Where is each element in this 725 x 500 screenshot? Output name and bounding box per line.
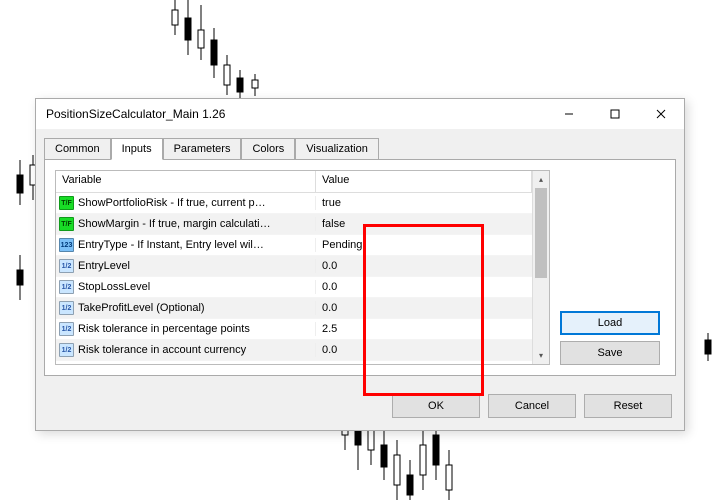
scrollbar[interactable]: ▴ ▾ (532, 171, 549, 364)
grid-row[interactable]: 1/2 TakeProfitLevel (Optional) 0.0 (56, 298, 532, 319)
tab-parameters[interactable]: Parameters (163, 138, 242, 160)
variable-label: ShowPortfolioRisk - If true, current p… (78, 197, 266, 209)
tab-inputs[interactable]: Inputs (111, 138, 163, 160)
variable-label: Risk tolerance in account currency (78, 344, 246, 356)
num-type-icon: 1/2 (59, 280, 74, 294)
grid-row[interactable]: 1/2 EntryLevel 0.0 (56, 256, 532, 277)
variable-label: Risk tolerance in percentage points (78, 323, 250, 335)
bool-type-icon: T/F (59, 196, 74, 210)
tab-strip: Common Inputs Parameters Colors Visualiz… (36, 129, 684, 159)
titlebar: PositionSizeCalculator_Main 1.26 (36, 99, 684, 129)
reset-button[interactable]: Reset (584, 394, 672, 418)
properties-dialog: PositionSizeCalculator_Main 1.26 Common … (35, 98, 685, 431)
bool-type-icon: T/F (59, 217, 74, 231)
value-cell[interactable]: false (316, 218, 532, 230)
value-cell[interactable]: 0.0 (316, 302, 532, 314)
scroll-down-icon[interactable]: ▾ (533, 347, 549, 364)
value-cell[interactable]: 0.0 (316, 344, 532, 356)
num-type-icon: 1/2 (59, 259, 74, 273)
variable-label: TakeProfitLevel (Optional) (78, 302, 205, 314)
maximize-button[interactable] (592, 99, 638, 129)
col-header-value[interactable]: Value (316, 171, 532, 192)
scroll-thumb[interactable] (535, 188, 547, 278)
scroll-up-icon[interactable]: ▴ (533, 171, 549, 188)
value-cell[interactable]: 2.5 (316, 323, 532, 335)
tab-visualization[interactable]: Visualization (295, 138, 379, 160)
ok-button[interactable]: OK (392, 394, 480, 418)
inputs-grid[interactable]: Variable Value T/F ShowPortfolioRisk - If… (55, 170, 550, 365)
enum-type-icon: 123 (59, 238, 74, 252)
value-cell[interactable]: true (316, 197, 532, 209)
value-cell[interactable]: 0.0 (316, 281, 532, 293)
num-type-icon: 1/2 (59, 343, 74, 357)
value-cell[interactable]: Pending (316, 239, 532, 251)
grid-row[interactable]: 1/2 Risk tolerance in account currency 0.0 (56, 340, 532, 361)
col-header-variable[interactable]: Variable (56, 171, 316, 192)
tab-panel-inputs: Variable Value T/F ShowPortfolioRisk - If… (44, 159, 676, 376)
close-button[interactable] (638, 99, 684, 129)
dialog-buttons: OK Cancel Reset (36, 384, 684, 430)
num-type-icon: 1/2 (59, 322, 74, 336)
variable-label: EntryLevel (78, 260, 130, 272)
num-type-icon: 1/2 (59, 301, 74, 315)
variable-label: StopLossLevel (78, 281, 150, 293)
value-cell[interactable]: 0.0 (316, 260, 532, 272)
window-title: PositionSizeCalculator_Main 1.26 (46, 107, 546, 121)
grid-row[interactable]: T/F ShowPortfolioRisk - If true, current … (56, 193, 532, 214)
variable-label: EntryType - If Instant, Entry level wil… (78, 239, 264, 251)
cancel-button[interactable]: Cancel (488, 394, 576, 418)
save-button[interactable]: Save (560, 341, 660, 365)
grid-header: Variable Value (56, 171, 532, 193)
variable-label: ShowMargin - If true, margin calculati… (78, 218, 271, 230)
minimize-button[interactable] (546, 99, 592, 129)
grid-row[interactable]: 123 EntryType - If Instant, Entry level w… (56, 235, 532, 256)
grid-row[interactable]: 1/2 Risk tolerance in percentage points 2.… (56, 319, 532, 340)
tab-colors[interactable]: Colors (241, 138, 295, 160)
tab-common[interactable]: Common (44, 138, 111, 160)
grid-row[interactable]: T/F ShowMargin - If true, margin calculat… (56, 214, 532, 235)
load-button[interactable]: Load (560, 311, 660, 335)
grid-row[interactable]: 1/2 StopLossLevel 0.0 (56, 277, 532, 298)
